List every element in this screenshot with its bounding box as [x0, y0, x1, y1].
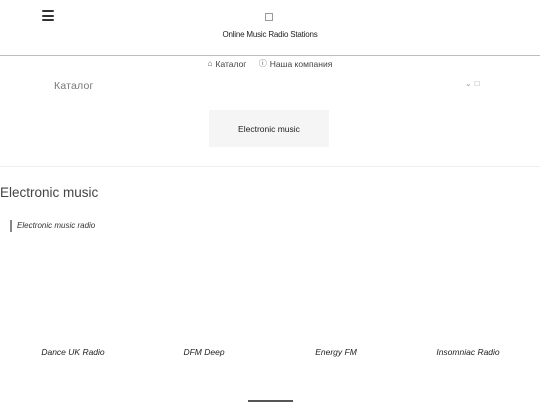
nav-item-label: Каталог [215, 58, 247, 69]
station-list: Dance UK Radio DFM Deep Energy FM Insomn… [0, 347, 540, 361]
hamburger-icon[interactable] [42, 10, 54, 21]
station-item[interactable]: Dance UK Radio [41, 347, 104, 357]
chevron-down-icon[interactable]: ⌄ [465, 79, 472, 88]
nav-item-label: Наша компания [269, 58, 333, 69]
station-item[interactable]: Energy FM [315, 347, 357, 357]
top-nav: ⌂ Каталог ⓘ Наша компания [0, 58, 540, 69]
station-item[interactable]: DFM Deep [183, 347, 224, 357]
divider [0, 166, 540, 167]
nav-item-catalog[interactable]: ⌂ Каталог [208, 59, 247, 69]
site-header: Online Music Radio Stations [0, 0, 540, 56]
site-title[interactable]: Online Music Radio Stations [0, 30, 540, 39]
scroll-indicator[interactable] [248, 400, 293, 402]
nav-item-company[interactable]: ⓘ Наша компания [259, 58, 333, 69]
broken-image-icon[interactable] [265, 13, 273, 21]
catalog-dropdown-icons[interactable]: ⌄ □ [465, 79, 480, 88]
trash-icon[interactable]: □ [475, 79, 480, 88]
info-icon: ⓘ [258, 59, 267, 68]
category-button-electronic[interactable]: Electronic music [209, 110, 329, 147]
station-item[interactable]: Insomniac Radio [436, 347, 499, 357]
catalog-dropdown-label[interactable]: Каталог [54, 80, 94, 92]
home-icon: ⌂ [207, 59, 213, 68]
subcategory-link[interactable]: Electronic music radio [10, 220, 95, 232]
page-title: Electronic music [0, 185, 99, 200]
